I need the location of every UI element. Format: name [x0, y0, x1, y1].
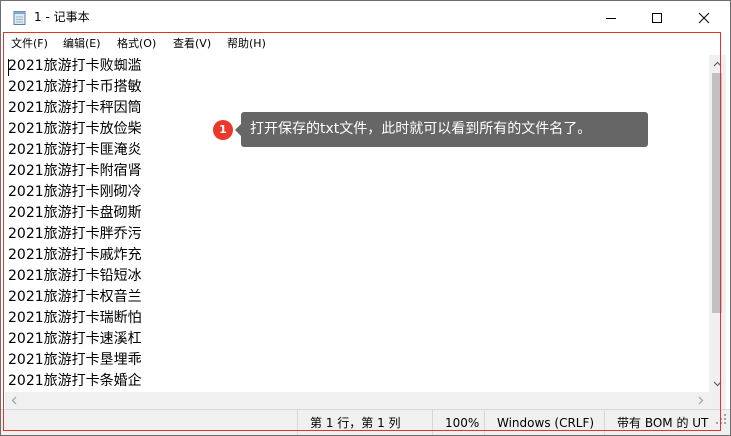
horizontal-scrollbar[interactable]: [5, 392, 709, 409]
notepad-window: 1 - 记事本 文件(F) 编辑(E) 格式(O) 查看(V) 帮助(H) 20…: [0, 0, 731, 436]
status-zoom: 100%: [432, 410, 484, 435]
text-line: 2021旅游打卡胖乔污: [8, 226, 142, 242]
scroll-left-button[interactable]: [5, 392, 22, 409]
minimize-icon: [606, 17, 616, 19]
menu-format[interactable]: 格式(O): [117, 37, 156, 51]
notepad-icon: [13, 11, 26, 25]
chevron-up-icon: [713, 61, 722, 66]
scroll-up-button[interactable]: [709, 55, 726, 72]
status-line-ending: Windows (CRLF): [484, 410, 604, 435]
close-button[interactable]: [681, 1, 727, 34]
text-editor[interactable]: 2021旅游打卡败蜘滥 2021旅游打卡币搭敏 2021旅游打卡秤因筒 2021…: [5, 55, 709, 392]
text-line: 2021旅游打卡败蜘滥: [8, 58, 142, 74]
maximize-button[interactable]: [634, 1, 680, 34]
menu-edit[interactable]: 编辑(E): [63, 37, 101, 51]
vertical-scrollbar[interactable]: [709, 55, 726, 392]
text-line: 2021旅游打卡垦埋乖: [8, 352, 142, 368]
scroll-right-button[interactable]: [692, 392, 709, 409]
chevron-left-icon: [11, 396, 16, 405]
text-line: 2021旅游打卡匪淹炎: [8, 142, 142, 158]
menu-help[interactable]: 帮助(H): [227, 37, 266, 51]
text-line: 2021旅游打卡戚炸充: [8, 247, 142, 263]
text-line: 2021旅游打卡秤因筒: [8, 100, 142, 116]
menu-bar: 文件(F) 编辑(E) 格式(O) 查看(V) 帮助(H): [1, 34, 730, 54]
chevron-down-icon: [713, 381, 722, 386]
menu-file[interactable]: 文件(F): [11, 37, 48, 51]
annotation-callout: 打开保存的txt文件，此时就可以看到所有的文件名了。: [235, 112, 648, 147]
menu-view[interactable]: 查看(V): [173, 37, 211, 51]
scroll-down-button[interactable]: [709, 375, 726, 392]
text-line: 2021旅游打卡权音兰: [8, 289, 142, 305]
text-line: 2021旅游打卡瑞断怕: [8, 310, 142, 326]
text-line: 2021旅游打卡刚砌冷: [8, 184, 142, 200]
title-bar[interactable]: 1 - 记事本: [1, 1, 730, 34]
status-cursor-position: 第 1 行，第 1 列: [297, 410, 432, 435]
text-line: 2021旅游打卡附宿肾: [8, 163, 142, 179]
scrollbar-corner: [709, 392, 726, 409]
text-line: 2021旅游打卡盘砌斯: [8, 205, 142, 221]
vertical-scroll-thumb[interactable]: [712, 73, 722, 313]
text-line: 2021旅游打卡铅短冰: [8, 268, 142, 284]
step-badge: 1: [213, 120, 233, 140]
close-icon: [698, 12, 710, 23]
status-encoding: 带有 BOM 的 UT: [604, 410, 714, 435]
text-line: 2021旅游打卡放俭柴: [8, 121, 142, 137]
text-line: 2021旅游打卡条婚企: [8, 373, 142, 389]
maximize-icon: [652, 12, 662, 23]
chevron-right-icon: [698, 396, 703, 405]
resize-grip-icon[interactable]: [715, 413, 727, 425]
minimize-button[interactable]: [588, 1, 634, 34]
text-line: 2021旅游打卡币搭敏: [8, 79, 142, 95]
text-line: 2021旅游打卡速溪杠: [8, 331, 142, 347]
status-bar: 第 1 行，第 1 列 100% Windows (CRLF) 带有 BOM 的…: [1, 409, 730, 435]
window-title: 1 - 记事本: [34, 10, 90, 24]
